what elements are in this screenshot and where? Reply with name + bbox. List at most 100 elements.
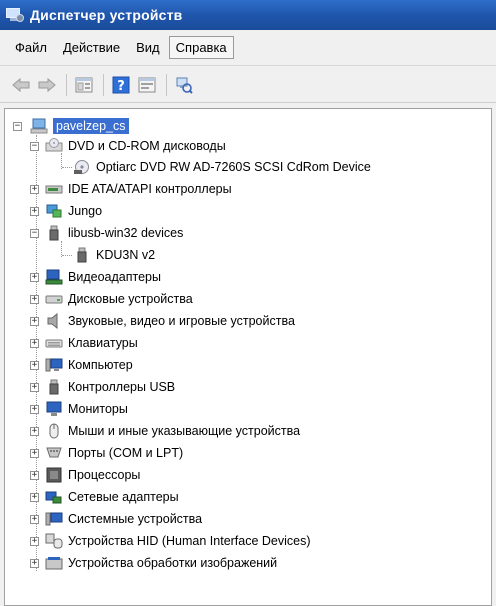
- tree-item-libusb[interactable]: − libusb-win32 devices: [30, 222, 183, 244]
- expand-toggle[interactable]: +: [30, 184, 39, 194]
- monitor-icon: [45, 401, 63, 417]
- tree-item-kdu3n[interactable]: KDU3N v2: [73, 244, 155, 266]
- tree-item-sound[interactable]: + Звуковые, видео и игровые устройства: [30, 310, 295, 332]
- forward-arrow-icon: [38, 77, 56, 92]
- tree-root-label: pavelzep_cs: [53, 118, 129, 134]
- system-device-icon: [45, 511, 63, 527]
- collapse-toggle[interactable]: −: [30, 228, 39, 238]
- tree-line: [62, 255, 72, 256]
- device-manager-window: Диспетчер устройств Файл Действие Вид Сп…: [0, 0, 496, 606]
- tree-item-mice-label: Мыши и иные указывающие устройства: [68, 424, 301, 438]
- forward-button[interactable]: [36, 74, 58, 96]
- expand-toggle[interactable]: +: [30, 206, 39, 216]
- expand-toggle[interactable]: +: [30, 514, 39, 524]
- title-bar[interactable]: Диспетчер устройств: [0, 0, 496, 30]
- back-arrow-icon: [12, 77, 30, 92]
- collapse-toggle[interactable]: −: [30, 141, 39, 151]
- usb-plug-icon: [45, 225, 63, 241]
- scan-hardware-icon: [176, 77, 193, 94]
- tree-item-computer-label: Компьютер: [68, 358, 133, 372]
- tree-item-ide[interactable]: + IDE ATA/ATAPI контроллеры: [30, 178, 232, 200]
- tree-item-keyboard[interactable]: + Клавиатуры: [30, 332, 138, 354]
- imaging-device-icon: [45, 555, 63, 571]
- tree-item-monitors[interactable]: + Мониторы: [30, 398, 128, 420]
- toolbar-separator: [103, 73, 104, 96]
- menu-view[interactable]: Вид: [129, 36, 167, 59]
- help-icon: ?: [112, 76, 130, 94]
- port-icon: [45, 445, 63, 461]
- properties-icon: [75, 77, 93, 92]
- tree-item-hid-label: Устройства HID (Human Interface Devices): [68, 534, 311, 548]
- device-tree-pane[interactable]: − pavelzep_cs − DVD и CD-ROM дисководы O…: [4, 108, 492, 606]
- tree-item-libusb-label: libusb-win32 devices: [68, 226, 184, 240]
- svg-text:?: ?: [117, 79, 125, 94]
- usb-plug-icon: [45, 379, 63, 395]
- tree-root[interactable]: − pavelzep_cs: [13, 115, 129, 137]
- expand-toggle[interactable]: +: [30, 316, 39, 326]
- tree-item-usb[interactable]: + Контроллеры USB: [30, 376, 175, 398]
- tree-item-jungo[interactable]: + Jungo: [30, 200, 102, 222]
- expand-toggle[interactable]: +: [30, 470, 39, 480]
- tree-item-disk[interactable]: + Дисковые устройства: [30, 288, 193, 310]
- tree-item-dvd[interactable]: − DVD и CD-ROM дисководы: [30, 135, 226, 157]
- tree-line: [62, 167, 72, 168]
- menu-action[interactable]: Действие: [56, 36, 127, 59]
- menu-bar: Файл Действие Вид Справка: [0, 30, 496, 66]
- tree-item-ports-label: Порты (COM и LPT): [68, 446, 184, 460]
- tree-item-system-label: Системные устройства: [68, 512, 203, 526]
- display-adapter-icon: [45, 269, 63, 285]
- help-button[interactable]: ?: [110, 74, 132, 96]
- tree-item-hid[interactable]: + Устройства HID (Human Interface Device…: [30, 530, 311, 552]
- expand-toggle[interactable]: +: [30, 404, 39, 414]
- toolbar: ?: [0, 67, 496, 103]
- toolbar-separator: [66, 73, 67, 96]
- tree-item-cpu-label: Процессоры: [68, 468, 141, 482]
- properties-button[interactable]: [73, 74, 95, 96]
- tree-item-imaging[interactable]: + Устройства обработки изображений: [30, 552, 277, 574]
- expand-toggle[interactable]: +: [30, 536, 39, 546]
- scan-hardware-button[interactable]: [173, 74, 195, 96]
- hid-device-icon: [45, 533, 63, 549]
- tree-item-sound-label: Звуковые, видео и игровые устройства: [68, 314, 295, 328]
- keyboard-icon: [45, 335, 63, 351]
- tree-item-dvd-device[interactable]: Optiarc DVD RW AD-7260S SCSI CdRom Devic…: [73, 156, 371, 178]
- tree-item-ide-label: IDE ATA/ATAPI контроллеры: [68, 182, 232, 196]
- tree-item-imaging-label: Устройства обработки изображений: [68, 556, 278, 570]
- expand-toggle[interactable]: +: [30, 338, 39, 348]
- expand-toggle[interactable]: +: [30, 272, 39, 282]
- expand-toggle[interactable]: +: [30, 492, 39, 502]
- tree-item-dvd-label: DVD и CD-ROM дисководы: [68, 139, 226, 153]
- menu-help[interactable]: Справка: [168, 36, 234, 59]
- optical-drive-icon: [73, 159, 91, 175]
- expand-toggle[interactable]: +: [30, 382, 39, 392]
- tree-item-video[interactable]: + Видеоадаптеры: [30, 266, 161, 288]
- expand-toggle[interactable]: +: [30, 294, 39, 304]
- toolbar-separator: [166, 73, 167, 96]
- show-hide-button[interactable]: [136, 74, 158, 96]
- back-button[interactable]: [10, 74, 32, 96]
- expand-toggle[interactable]: +: [30, 448, 39, 458]
- tree-item-jungo-label: Jungo: [68, 204, 103, 218]
- expand-toggle[interactable]: +: [30, 426, 39, 436]
- tree-item-video-label: Видеоадаптеры: [68, 270, 161, 284]
- menu-file[interactable]: Файл: [8, 36, 54, 59]
- tree-item-dvd-device-label: Optiarc DVD RW AD-7260S SCSI CdRom Devic…: [96, 160, 371, 174]
- tree-item-mice[interactable]: + Мыши и иные указывающие устройства: [30, 420, 300, 442]
- collapse-toggle[interactable]: −: [13, 121, 22, 131]
- tree-item-network-label: Сетевые адаптеры: [68, 490, 179, 504]
- computer-icon: [45, 357, 63, 373]
- tree-item-computer[interactable]: + Компьютер: [30, 354, 133, 376]
- tree-item-cpu[interactable]: + Процессоры: [30, 464, 140, 486]
- tree-item-network[interactable]: + Сетевые адаптеры: [30, 486, 179, 508]
- processor-icon: [45, 467, 63, 483]
- tree-item-ports[interactable]: + Порты (COM и LPT): [30, 442, 183, 464]
- expand-toggle[interactable]: +: [30, 360, 39, 370]
- tree-item-system[interactable]: + Системные устройства: [30, 508, 202, 530]
- network-adapter-icon: [45, 489, 63, 505]
- window-title: Диспетчер устройств: [30, 7, 183, 23]
- tree-item-kdu3n-label: KDU3N v2: [96, 248, 156, 262]
- tree-item-usb-label: Контроллеры USB: [68, 380, 176, 394]
- expand-toggle[interactable]: +: [30, 558, 39, 568]
- computer-icon: [30, 118, 48, 134]
- show-hide-icon: [138, 77, 156, 92]
